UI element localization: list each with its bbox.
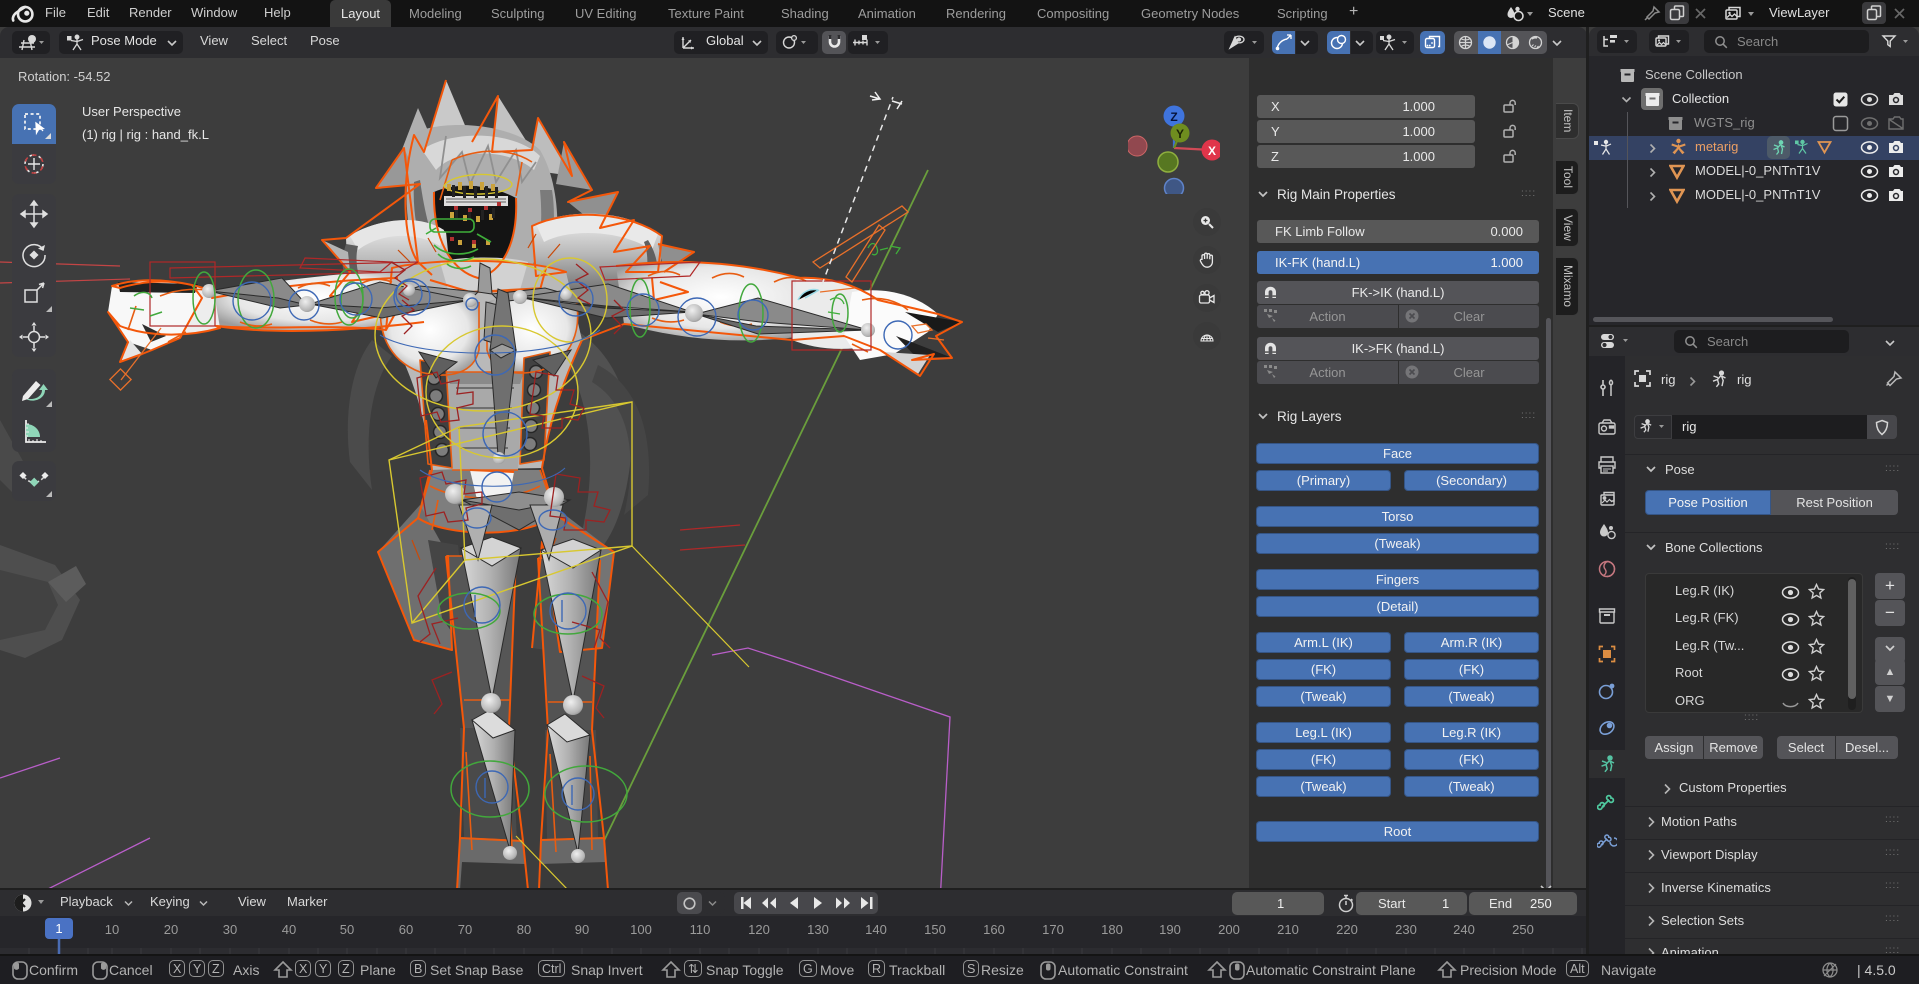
svg-text:160: 160 (983, 922, 1005, 937)
svg-text:100: 100 (630, 922, 652, 937)
svg-text:200: 200 (1218, 922, 1240, 937)
svg-text:70: 70 (458, 922, 472, 937)
svg-text:170: 170 (1042, 922, 1064, 937)
svg-text:180: 180 (1101, 922, 1123, 937)
svg-text:240: 240 (1453, 922, 1475, 937)
svg-text:130: 130 (807, 922, 829, 937)
svg-text:60: 60 (399, 922, 413, 937)
svg-text:220: 220 (1336, 922, 1358, 937)
svg-text:20: 20 (164, 922, 178, 937)
svg-text:110: 110 (690, 922, 711, 937)
svg-text:210: 210 (1277, 922, 1299, 937)
svg-text:Z: Z (1170, 110, 1177, 124)
svg-text:120: 120 (748, 922, 770, 937)
svg-text:1: 1 (55, 921, 62, 936)
svg-text:X: X (1208, 144, 1216, 158)
svg-text:140: 140 (865, 922, 887, 937)
svg-text:190: 190 (1159, 922, 1181, 937)
svg-text:10: 10 (105, 922, 119, 937)
svg-text:90: 90 (575, 922, 589, 937)
svg-text:50: 50 (340, 922, 354, 937)
svg-text:80: 80 (517, 922, 531, 937)
svg-text:250: 250 (1512, 922, 1534, 937)
svg-text:230: 230 (1395, 922, 1417, 937)
svg-text:30: 30 (223, 922, 237, 937)
svg-text:150: 150 (924, 922, 946, 937)
svg-text:40: 40 (282, 922, 296, 937)
svg-text:Y: Y (1176, 127, 1184, 141)
